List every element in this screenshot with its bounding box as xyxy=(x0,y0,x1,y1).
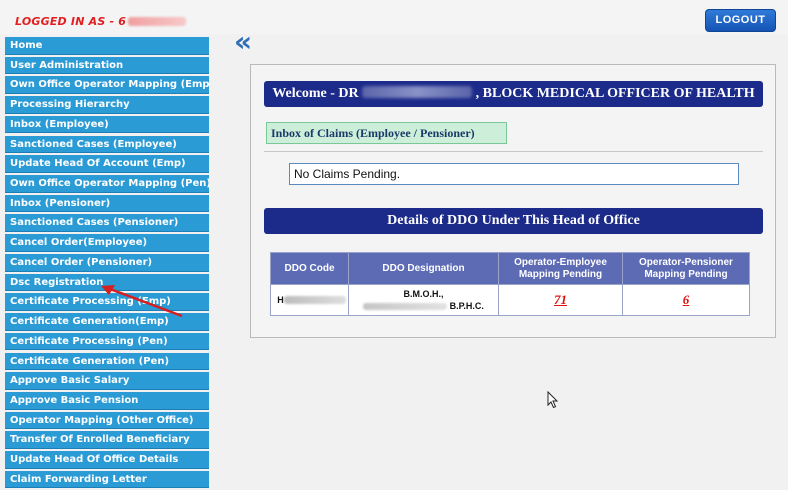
redacted-ddo-code xyxy=(283,296,346,304)
sidebar-item-dsc-registration[interactable]: Dsc Registration xyxy=(5,273,209,292)
column-header-operator-employee: Operator-Employee Mapping Pending xyxy=(498,252,623,285)
sidebar-item-processing-hierarchy[interactable]: Processing Hierarchy xyxy=(5,96,209,114)
sidebar-item-user-administration[interactable]: User Administration xyxy=(5,56,209,75)
sidebar-item-approve-basic-pension[interactable]: Approve Basic Pension xyxy=(5,391,209,410)
sidebar-menu: Home User Administration Own Office Oper… xyxy=(5,37,209,490)
ddo-code-cell: H xyxy=(270,284,349,316)
double-chevron-left-icon[interactable]: « xyxy=(234,28,252,56)
employee-pending-link[interactable]: 71 xyxy=(554,292,567,307)
logged-in-label: LOGGED IN AS - 6 xyxy=(15,15,127,28)
ddo-details-banner: Details of DDO Under This Head of Office xyxy=(264,208,763,234)
sidebar-item-sanctioned-cases-employee[interactable]: Sanctioned Cases (Employee) xyxy=(5,135,209,154)
employee-pending-cell: 71 xyxy=(498,284,623,316)
sidebar-item-approve-basic-salary[interactable]: Approve Basic Salary xyxy=(5,372,209,390)
table-row: H B.M.O.H., B.P.H.C. 71 6 xyxy=(270,284,750,316)
ddo-code-prefix: H xyxy=(277,295,284,305)
top-bar: LOGGED IN AS - 6 LOGOUT xyxy=(0,0,788,34)
column-header-operator-pensioner: Operator-Pensioner Mapping Pending xyxy=(622,252,750,285)
welcome-suffix: , BLOCK MEDICAL OFFICER OF HEALTH xyxy=(475,86,755,101)
designation-line2: B.P.H.C. xyxy=(449,301,484,311)
sidebar-item-claim-forwarding-letter[interactable]: Claim Forwarding Letter xyxy=(5,470,209,489)
table-header-row: DDO Code DDO Designation Operator-Employ… xyxy=(270,252,750,285)
sidebar-item-transfer-of-enrolled-beneficiary[interactable]: Transfer Of Enrolled Beneficiary xyxy=(5,431,209,449)
sidebar-item-own-office-operator-mapping-pen[interactable]: Own Office Operator Mapping (Pen) xyxy=(5,175,209,193)
mouse-cursor-icon xyxy=(547,391,559,409)
ddo-table: DDO Code DDO Designation Operator-Employ… xyxy=(270,252,750,316)
welcome-prefix: Welcome - DR xyxy=(272,86,359,101)
logout-button[interactable]: LOGOUT xyxy=(705,9,776,32)
column-header-ddo-designation: DDO Designation xyxy=(348,252,499,285)
welcome-banner: Welcome - DR , BLOCK MEDICAL OFFICER OF … xyxy=(264,81,763,107)
no-claims-message: No Claims Pending. xyxy=(289,163,739,185)
sidebar-item-certificate-processing-pen[interactable]: Certificate Processing (Pen) xyxy=(5,332,209,351)
redacted-username xyxy=(128,17,187,26)
sidebar-item-update-head-of-office-details[interactable]: Update Head Of Office Details xyxy=(5,451,209,469)
divider xyxy=(264,151,763,152)
sidebar-item-update-head-of-account-emp[interactable]: Update Head Of Account (Emp) xyxy=(5,155,209,173)
sidebar-item-certificate-processing-emp[interactable]: Certificate Processing (Emp) xyxy=(5,293,209,311)
logged-in-user: LOGGED IN AS - 6 xyxy=(15,15,187,28)
designation-line1: B.M.O.H., xyxy=(403,289,444,299)
sidebar-item-inbox-employee[interactable]: Inbox (Employee) xyxy=(5,115,209,134)
pensioner-pending-link[interactable]: 6 xyxy=(683,292,690,307)
inbox-of-claims-label: Inbox of Claims (Employee / Pensioner) xyxy=(266,122,507,144)
sidebar-item-certificate-generation-emp[interactable]: Certificate Generation(Emp) xyxy=(5,313,209,331)
sidebar-item-certificate-generation-pen[interactable]: Certificate Generation (Pen) xyxy=(5,352,209,371)
sidebar-item-inbox-pensioner[interactable]: Inbox (Pensioner) xyxy=(5,194,209,213)
page: LOGGED IN AS - 6 LOGOUT Home User Admini… xyxy=(0,0,788,490)
sidebar-item-operator-mapping-other-office[interactable]: Operator Mapping (Other Office) xyxy=(5,411,209,430)
redacted-name xyxy=(362,86,473,98)
redacted-designation xyxy=(363,303,448,310)
sidebar-item-own-office-operator-mapping-emp[interactable]: Own Office Operator Mapping (Emp) xyxy=(5,76,209,95)
pensioner-pending-cell: 6 xyxy=(622,284,750,316)
sidebar-item-home[interactable]: Home xyxy=(5,37,209,55)
sidebar-item-cancel-order-pensioner[interactable]: Cancel Order (Pensioner) xyxy=(5,253,209,272)
ddo-designation-cell: B.M.O.H., B.P.H.C. xyxy=(348,284,499,316)
sidebar-item-cancel-order-employee[interactable]: Cancel Order(Employee) xyxy=(5,234,209,252)
column-header-ddo-code: DDO Code xyxy=(270,252,349,285)
sidebar-item-sanctioned-cases-pensioner[interactable]: Sanctioned Cases (Pensioner) xyxy=(5,214,209,233)
